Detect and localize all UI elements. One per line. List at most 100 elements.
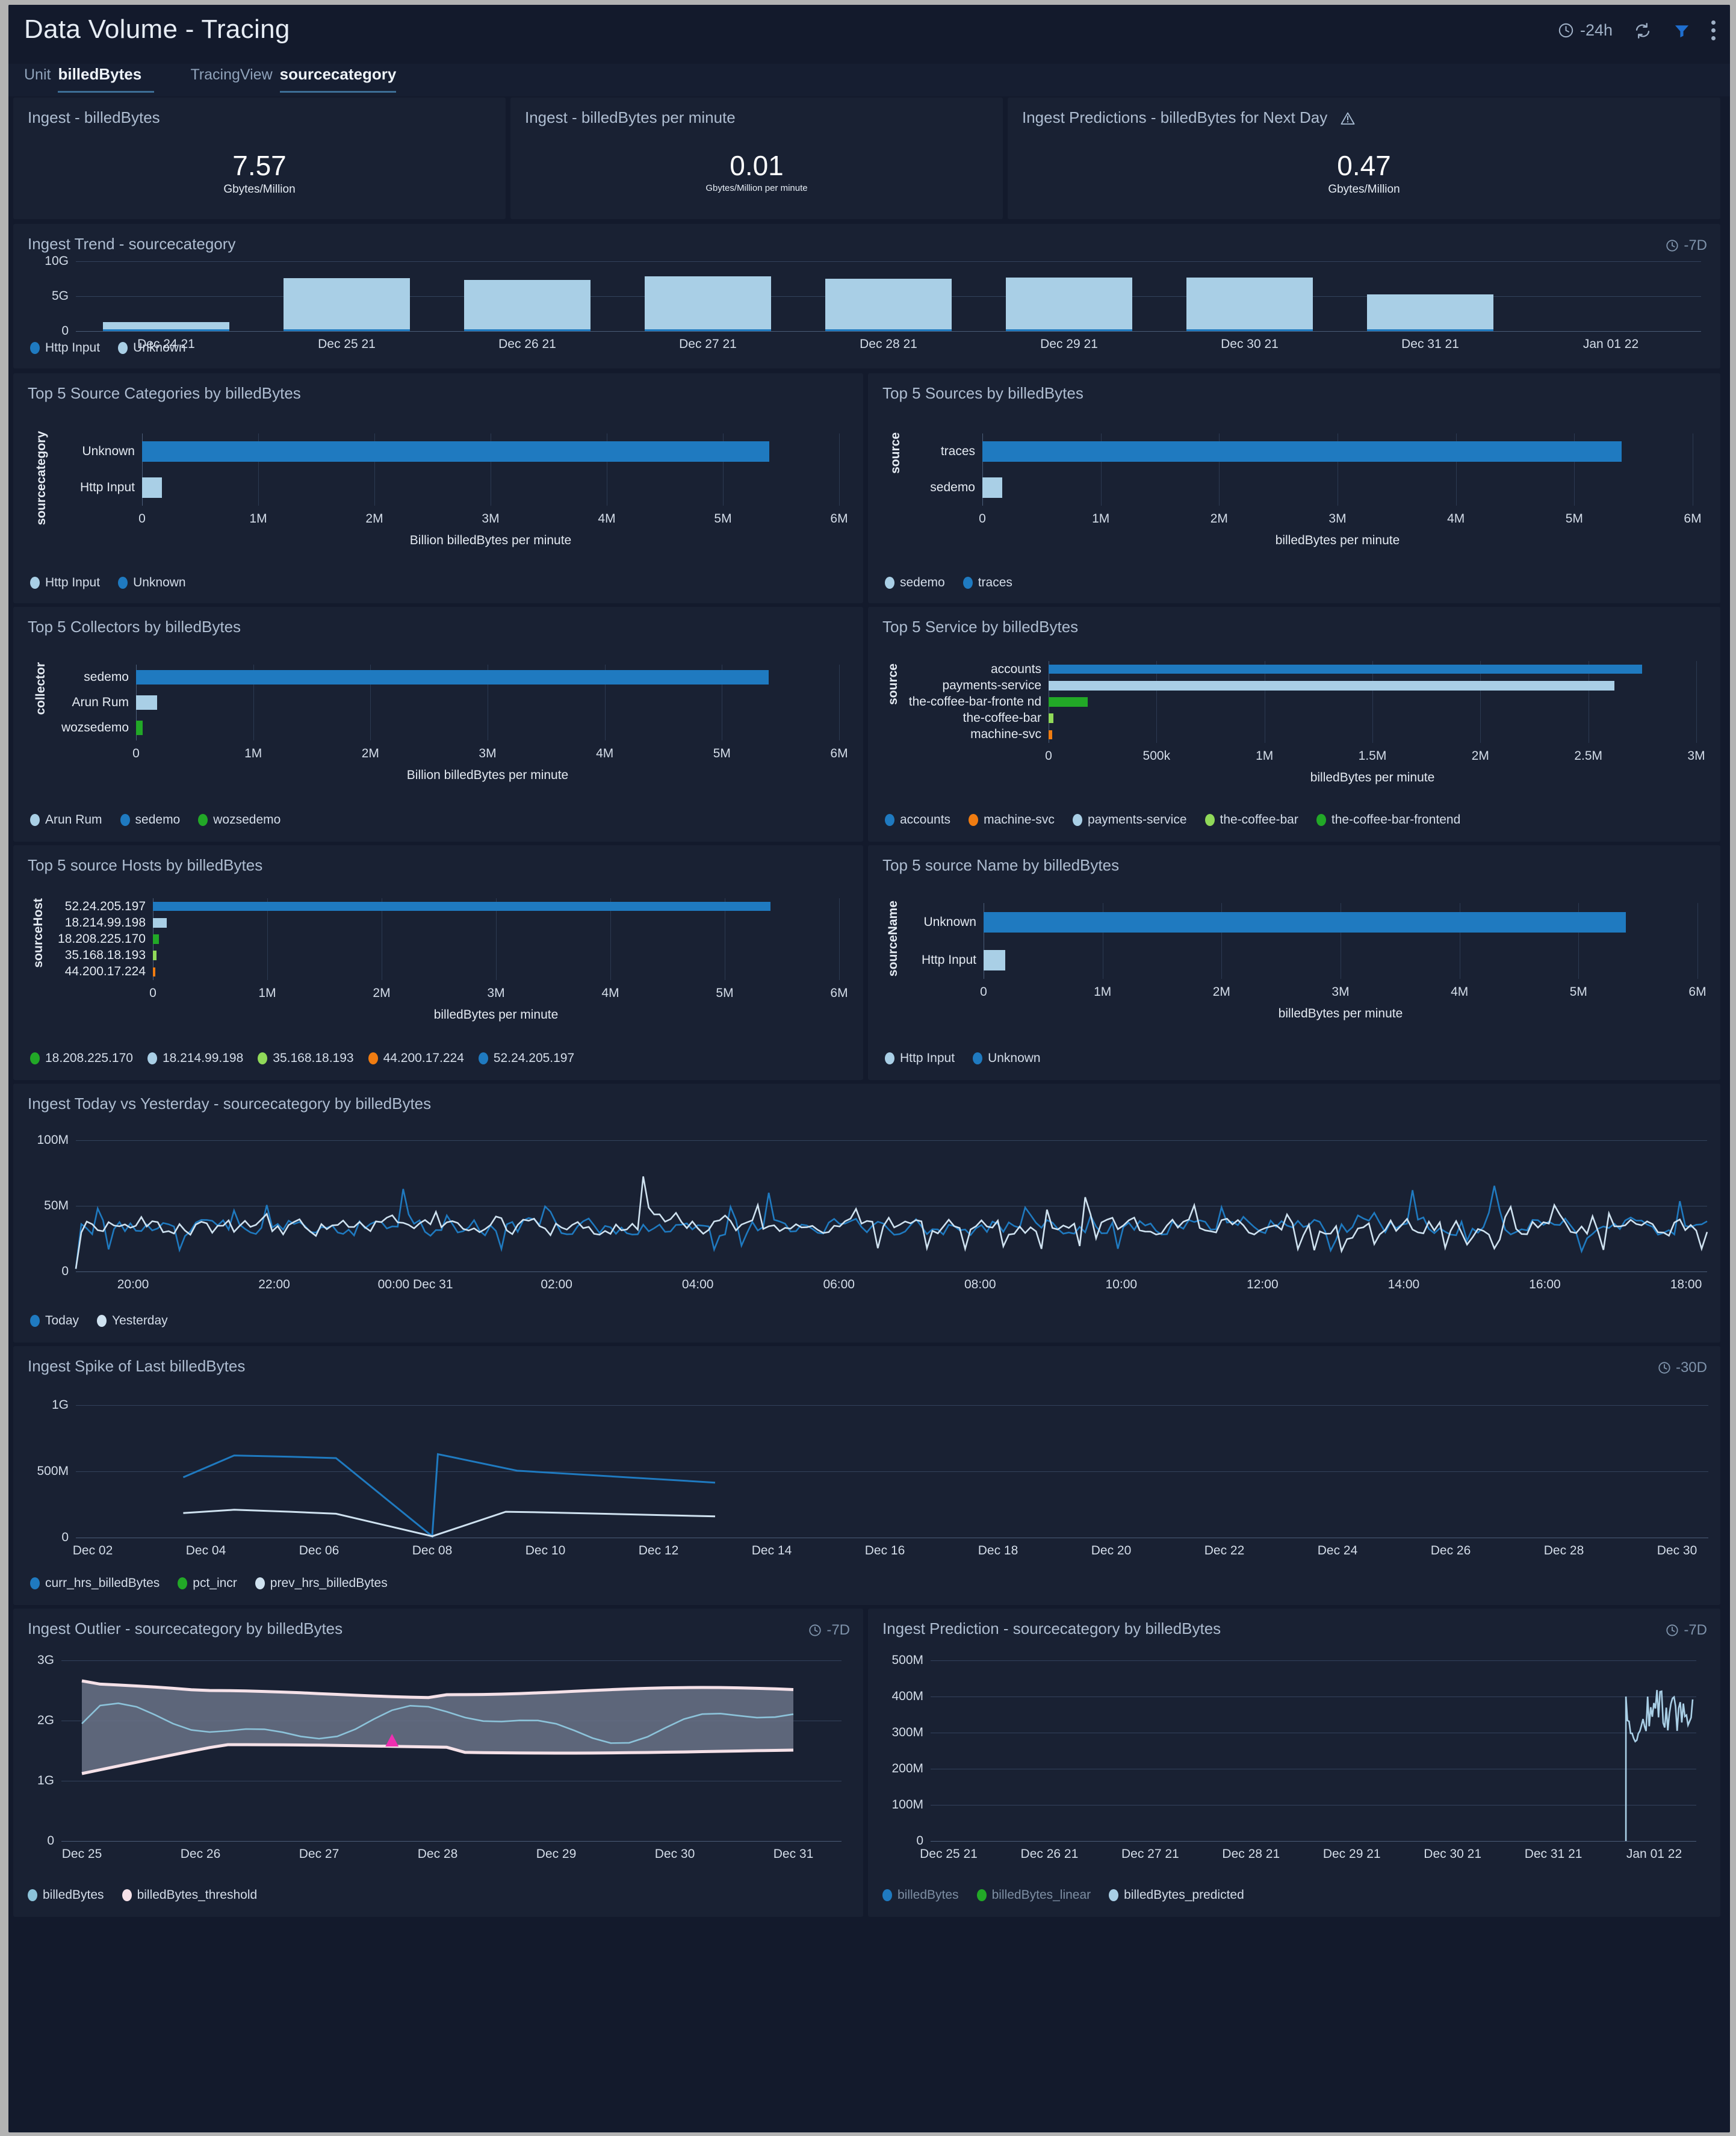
top-source-hosts-plot: 01M2M3M4M5M6M52.24.205.19718.214.99.1981… bbox=[153, 898, 839, 980]
panel-top-source-name[interactable]: Top 5 source Name by billedBytes 01M2M3M… bbox=[868, 845, 1720, 1080]
panel-ingest-outlier[interactable]: Ingest Outlier - sourcecategory by bille… bbox=[13, 1609, 863, 1917]
legend-item[interactable]: 18.214.99.198 bbox=[147, 1051, 243, 1066]
panel-time-badge[interactable]: -30D bbox=[1658, 1359, 1707, 1376]
legend-item[interactable]: Unknown bbox=[118, 576, 186, 590]
x-tick: Dec 30 bbox=[655, 1847, 695, 1861]
y-tick: 5G bbox=[52, 289, 69, 303]
clock-icon bbox=[808, 1624, 822, 1637]
clock-icon bbox=[1666, 239, 1679, 252]
panel-today-vs-yesterday[interactable]: Ingest Today vs Yesterday - sourcecatego… bbox=[13, 1084, 1720, 1343]
refresh-icon[interactable] bbox=[1633, 22, 1652, 40]
bar bbox=[1049, 665, 1642, 674]
bar bbox=[136, 695, 157, 710]
legend-item[interactable]: Today bbox=[30, 1314, 79, 1328]
clock-icon bbox=[1658, 1361, 1671, 1374]
legend-item[interactable]: curr_hrs_billedBytes bbox=[30, 1576, 160, 1591]
legend-item[interactable]: 44.200.17.224 bbox=[368, 1051, 464, 1066]
panel-top-source-hosts[interactable]: Top 5 source Hosts by billedBytes 01M2M3… bbox=[13, 845, 863, 1080]
variable-unit[interactable]: Unit billedBytes bbox=[24, 64, 154, 93]
y-tick: 0 bbox=[61, 1530, 69, 1545]
x-tick: 00:00 Dec 31 bbox=[378, 1278, 453, 1292]
x-tick: Dec 26 21 bbox=[1021, 1847, 1079, 1861]
x-tick: Dec 31 21 bbox=[1525, 1847, 1583, 1861]
x-tick: 1M bbox=[1094, 985, 1111, 999]
panel-time-badge[interactable]: Ingest Outlier - sourcecategory by bille… bbox=[808, 1622, 850, 1639]
dashboard-header: Data Volume - Tracing -24h bbox=[8, 5, 1730, 64]
panel-ingest-billedbytes-per-minute[interactable]: Ingest - billedBytes per minute 0.01 Gby… bbox=[510, 98, 1003, 219]
x-tick: Dec 12 bbox=[639, 1544, 679, 1558]
panel-ingest-billedbytes[interactable]: Ingest - billedBytes 7.57 Gbytes/Million bbox=[13, 98, 506, 219]
bar-segment bbox=[1006, 278, 1132, 329]
x-tick: 2.5M bbox=[1574, 749, 1602, 763]
legend-item[interactable]: Unknown bbox=[973, 1051, 1041, 1066]
time-range-picker[interactable]: -24h bbox=[1558, 21, 1613, 40]
panel-ingest-predictions-next-day[interactable]: Ingest Predictions - billedBytes for Nex… bbox=[1008, 98, 1720, 219]
y-tick: 2G bbox=[37, 1713, 54, 1728]
legend-item[interactable]: machine-svc bbox=[969, 813, 1055, 827]
panel-top-sources[interactable]: Top 5 Sources by billedBytes 01M2M3M4M5M… bbox=[868, 373, 1720, 603]
panel-title: Ingest Trend - sourcecategory bbox=[28, 235, 235, 253]
bar-segment bbox=[1367, 294, 1493, 329]
panel-time-badge[interactable]: -7D bbox=[1666, 1622, 1707, 1639]
legend-item[interactable]: accounts bbox=[885, 813, 950, 827]
legend-item[interactable]: Unknown bbox=[118, 341, 186, 355]
legend-item[interactable]: billedBytes bbox=[882, 1888, 959, 1902]
panel-top-service[interactable]: Top 5 Service by billedBytes 0500k1M1.5M… bbox=[868, 607, 1720, 842]
x-tick: Dec 18 bbox=[978, 1544, 1018, 1558]
panel-title: Top 5 Service by billedBytes bbox=[882, 618, 1078, 636]
legend-item[interactable]: the-coffee-bar-frontend bbox=[1316, 813, 1460, 827]
more-options-icon[interactable] bbox=[1711, 20, 1716, 40]
legend-item[interactable]: billedBytes_linear bbox=[977, 1888, 1091, 1902]
filter-icon[interactable] bbox=[1673, 22, 1691, 39]
bar-segment bbox=[103, 322, 229, 329]
x-tick: Dec 02 bbox=[73, 1544, 113, 1558]
panel-title: Top 5 Source Categories by billedBytes bbox=[28, 384, 301, 403]
variable-unit-value[interactable]: billedBytes bbox=[58, 65, 154, 93]
legend-item[interactable]: wozsedemo bbox=[198, 813, 281, 827]
panel-ingest-trend[interactable]: Ingest Trend - sourcecategory -7D 10G 5G… bbox=[13, 224, 1720, 368]
legend-item[interactable]: Http Input bbox=[30, 576, 100, 590]
panel-time-badge[interactable]: -7D bbox=[1666, 237, 1707, 254]
legend-item[interactable]: pct_incr bbox=[178, 1576, 237, 1591]
x-tick: 1M bbox=[1256, 749, 1273, 763]
x-tick: 6M bbox=[830, 512, 848, 526]
panel-title: Top 5 Collectors by billedBytes bbox=[28, 618, 241, 636]
legend-item[interactable]: sedemo bbox=[120, 813, 181, 827]
x-tick: Dec 14 bbox=[752, 1544, 792, 1558]
ingest-outlier-plot: 3G 2G 1G 0 Dec 25Dec 26Dec 27Dec 28Dec 2… bbox=[61, 1660, 842, 1841]
panel-ingest-spike[interactable]: Ingest Spike of Last billedBytes -30D 1G… bbox=[13, 1346, 1720, 1605]
variable-tracingview[interactable]: TracingView sourcecategory bbox=[190, 64, 396, 93]
x-tick: 0 bbox=[979, 512, 986, 526]
chart-legend: Today Yesterday bbox=[30, 1314, 168, 1328]
legend-item[interactable]: traces bbox=[963, 576, 1012, 590]
panel-top-collectors[interactable]: Top 5 Collectors by billedBytes 01M2M3M4… bbox=[13, 607, 863, 842]
legend-item[interactable]: Http Input bbox=[30, 341, 100, 355]
x-tick: 4M bbox=[601, 986, 619, 1001]
panel-top-source-categories[interactable]: Top 5 Source Categories by billedBytes 0… bbox=[13, 373, 863, 603]
x-tick: 5M bbox=[714, 512, 731, 526]
legend-item[interactable]: Yesterday bbox=[97, 1314, 168, 1328]
legend-item[interactable]: sedemo bbox=[885, 576, 945, 590]
x-tick: Jan 01 22 bbox=[1583, 337, 1638, 352]
legend-item[interactable]: 18.208.225.170 bbox=[30, 1051, 133, 1066]
legend-item[interactable]: billedBytes bbox=[28, 1888, 104, 1902]
panel-ingest-prediction[interactable]: Ingest Prediction - sourcecategory by bi… bbox=[868, 1609, 1720, 1917]
variable-tracingview-value[interactable]: sourcecategory bbox=[280, 65, 397, 93]
legend-item[interactable]: billedBytes_threshold bbox=[122, 1888, 258, 1902]
bar bbox=[153, 902, 770, 911]
panel-time-badge-value: -7D bbox=[826, 1622, 850, 1639]
legend-item[interactable]: 52.24.205.197 bbox=[479, 1051, 574, 1066]
x-tick: Dec 28 21 bbox=[1222, 1847, 1280, 1861]
legend-item[interactable]: billedBytes_predicted bbox=[1109, 1888, 1244, 1902]
bar bbox=[153, 967, 155, 977]
x-tick: 6M bbox=[1684, 512, 1701, 526]
legend-item[interactable]: Arun Rum bbox=[30, 813, 102, 827]
legend-item[interactable]: payments-service bbox=[1073, 813, 1187, 827]
clock-icon bbox=[1666, 1624, 1679, 1637]
legend-item[interactable]: the-coffee-bar bbox=[1205, 813, 1298, 827]
legend-item[interactable]: Http Input bbox=[885, 1051, 955, 1066]
legend-item[interactable]: prev_hrs_billedBytes bbox=[255, 1576, 388, 1591]
category-label: Arun Rum bbox=[72, 695, 129, 710]
header-toolbar: -24h bbox=[1558, 20, 1716, 40]
legend-item[interactable]: 35.168.18.193 bbox=[258, 1051, 353, 1066]
